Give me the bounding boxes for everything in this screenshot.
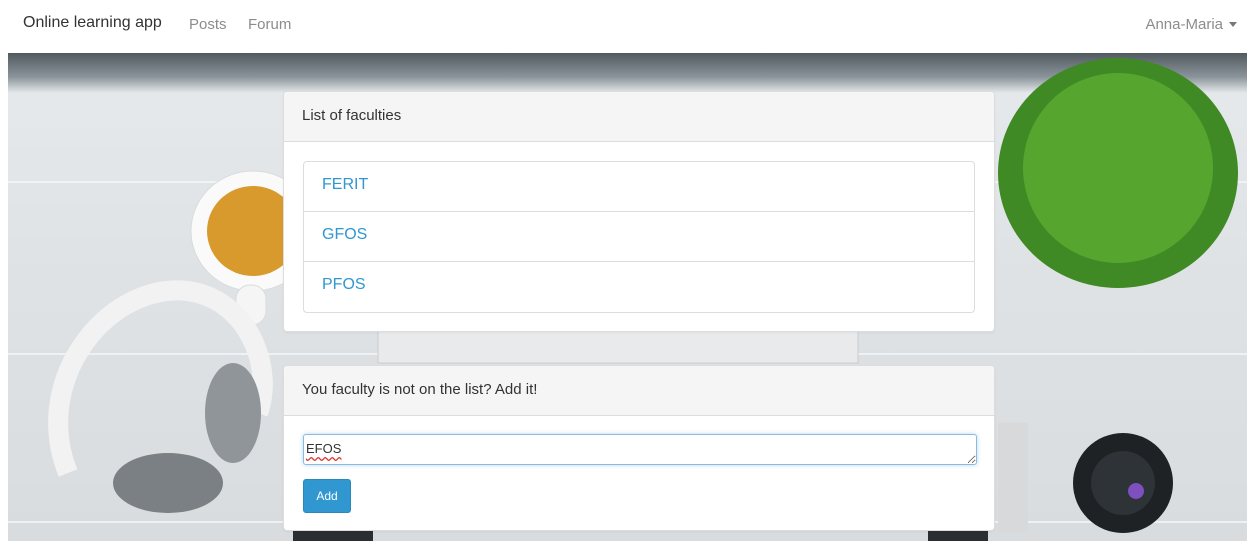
faculties-card: List of faculties FERIT GFOS PFOS bbox=[283, 91, 995, 332]
faculty-name-input[interactable]: EFOS bbox=[303, 434, 977, 465]
app-brand-link[interactable]: Online learning app bbox=[23, 14, 162, 32]
add-faculty-card: You faculty is not on the list? Add it! … bbox=[283, 365, 995, 531]
caret-down-icon bbox=[1229, 22, 1237, 27]
user-menu-dropdown[interactable]: Anna-Maria bbox=[1145, 16, 1237, 33]
navbar: Online learning app Posts Forum Anna-Mar… bbox=[0, 0, 1247, 52]
faculties-card-title: List of faculties bbox=[284, 92, 994, 142]
add-faculty-card-title: You faculty is not on the list? Add it! bbox=[284, 366, 994, 416]
faculty-item-pfos[interactable]: PFOS bbox=[304, 262, 974, 312]
faculty-item-gfos[interactable]: GFOS bbox=[304, 212, 974, 262]
faculty-list: FERIT GFOS PFOS bbox=[303, 161, 975, 313]
nav-posts-link[interactable]: Posts bbox=[189, 16, 227, 33]
add-button[interactable]: Add bbox=[303, 479, 351, 513]
user-name: Anna-Maria bbox=[1145, 16, 1223, 33]
faculty-item-ferit[interactable]: FERIT bbox=[304, 162, 974, 212]
nav-forum-link[interactable]: Forum bbox=[248, 16, 291, 33]
